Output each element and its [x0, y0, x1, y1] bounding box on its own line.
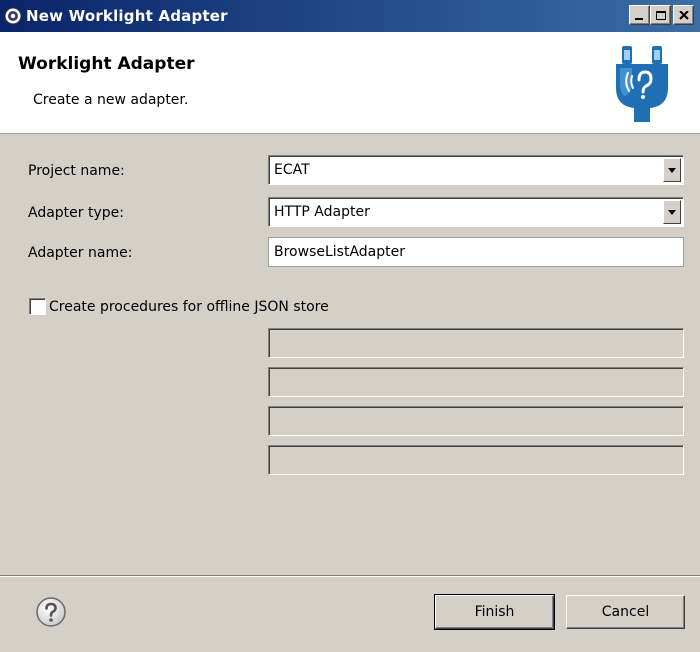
chevron-down-icon — [668, 167, 676, 173]
offline-json-checkbox-label: Create procedures for offline JSON store — [49, 298, 329, 315]
adapter-type-value: HTTP Adapter — [274, 204, 370, 220]
offline-json-checkbox[interactable] — [29, 298, 46, 315]
footer-separator — [0, 575, 700, 577]
adapter-type-combo[interactable]: HTTP Adapter — [268, 197, 684, 227]
maximize-icon — [655, 10, 666, 20]
close-button[interactable] — [673, 5, 694, 25]
window-title: New Worklight Adapter — [26, 7, 228, 25]
minimize-button[interactable] — [629, 5, 650, 25]
disabled-field-4 — [268, 445, 684, 475]
project-name-value: ECAT — [274, 162, 310, 178]
project-name-label: Project name: — [28, 163, 125, 179]
project-name-dropdown-button[interactable] — [663, 158, 681, 182]
project-name-combo[interactable]: ECAT — [268, 155, 684, 185]
disabled-field-2 — [268, 367, 684, 397]
disabled-field-3 — [268, 406, 684, 436]
title-bar[interactable]: New Worklight Adapter — [0, 0, 700, 32]
cancel-button[interactable]: Cancel — [566, 595, 685, 629]
eclipse-gear-icon — [4, 7, 22, 25]
finish-button[interactable]: Finish — [434, 594, 555, 630]
chevron-down-icon — [668, 209, 676, 215]
offline-json-checkbox-row[interactable]: Create procedures for offline JSON store — [29, 298, 329, 315]
adapter-name-label: Adapter name: — [28, 245, 133, 261]
window-controls — [629, 5, 694, 25]
adapter-name-field[interactable] — [268, 237, 684, 267]
wizard-header: Worklight Adapter Create a new adapter. — [0, 32, 700, 134]
page-title: Worklight Adapter — [18, 54, 195, 74]
page-description: Create a new adapter. — [33, 92, 189, 108]
adapter-type-dropdown-button[interactable] — [663, 200, 681, 224]
minimize-icon — [635, 18, 643, 20]
disabled-field-1 — [268, 328, 684, 358]
adapter-name-input[interactable] — [269, 238, 683, 266]
close-icon — [678, 10, 689, 20]
adapter-type-label: Adapter type: — [28, 205, 124, 221]
adapter-plug-icon — [616, 46, 668, 122]
help-icon[interactable] — [35, 596, 67, 628]
maximize-button[interactable] — [650, 5, 671, 25]
